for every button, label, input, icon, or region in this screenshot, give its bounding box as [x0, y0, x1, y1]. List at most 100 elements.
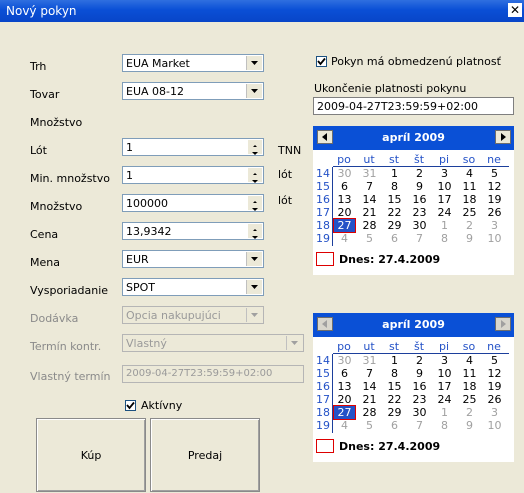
- calendar-day[interactable]: 3: [484, 406, 505, 419]
- calendar-day[interactable]: 11: [459, 180, 480, 193]
- calendar-primary[interactable]: apríl 2009 po ut st št pi so ne 14 30 31 1 2 3 4 5 15 6…: [313, 126, 514, 275]
- calendar-day[interactable]: 5: [359, 419, 380, 432]
- calendar-day[interactable]: 16: [409, 380, 430, 393]
- chevron-down-icon[interactable]: [246, 280, 262, 294]
- calendar-day[interactable]: 17: [434, 193, 455, 206]
- stepper-up-icon[interactable]: [248, 168, 262, 176]
- calendar-day[interactable]: 18: [459, 193, 480, 206]
- validity-end-input[interactable]: 2009-04-27T23:59:59+02:00: [313, 97, 514, 115]
- calendar-day[interactable]: 7: [359, 367, 380, 380]
- calendar-day[interactable]: 6: [334, 180, 355, 193]
- calendar-day[interactable]: 2: [409, 354, 430, 367]
- today-label[interactable]: Dnes: 27.4.2009: [339, 440, 440, 453]
- calendar-day[interactable]: 2: [459, 406, 480, 419]
- calendar-day[interactable]: 25: [459, 393, 480, 406]
- calendar-day[interactable]: 17: [434, 380, 455, 393]
- calendar-day[interactable]: 5: [484, 167, 505, 180]
- calendar-day[interactable]: 31: [359, 354, 380, 367]
- calendar-day[interactable]: 23: [409, 206, 430, 219]
- calendar-day[interactable]: 29: [384, 219, 405, 232]
- calendar-day[interactable]: 10: [484, 419, 505, 432]
- calendar-day[interactable]: 12: [484, 180, 505, 193]
- prev-month-icon[interactable]: [317, 130, 333, 144]
- calendar-day[interactable]: 9: [409, 180, 430, 193]
- calendar-day[interactable]: 23: [409, 393, 430, 406]
- calendar-day[interactable]: 25: [459, 206, 480, 219]
- calendar-day[interactable]: 4: [459, 354, 480, 367]
- calendar-day[interactable]: 2: [459, 219, 480, 232]
- stepper-down-icon[interactable]: [248, 147, 262, 155]
- calendar-day[interactable]: 18: [459, 380, 480, 393]
- calendar-day[interactable]: 27: [333, 405, 356, 420]
- stepper-up-icon[interactable]: [248, 196, 262, 204]
- calendar-day[interactable]: 26: [484, 206, 505, 219]
- calendar-day[interactable]: 4: [459, 167, 480, 180]
- calendar-day[interactable]: 26: [484, 393, 505, 406]
- calendar-day[interactable]: 7: [359, 180, 380, 193]
- calendar-day[interactable]: 24: [434, 206, 455, 219]
- calendar-day[interactable]: 14: [359, 380, 380, 393]
- calendar-day[interactable]: 10: [434, 180, 455, 193]
- mena-select[interactable]: EUR: [122, 250, 264, 268]
- calendar-day[interactable]: 10: [484, 232, 505, 245]
- calendar-day[interactable]: 4: [334, 419, 355, 432]
- stepper-down-icon[interactable]: [248, 175, 262, 183]
- calendar-day[interactable]: 20: [334, 393, 355, 406]
- calendar-day[interactable]: 21: [359, 393, 380, 406]
- calendar-day[interactable]: 1: [384, 167, 405, 180]
- calendar-day[interactable]: 3: [434, 167, 455, 180]
- calendar-day[interactable]: 22: [384, 206, 405, 219]
- calendar-day[interactable]: 6: [334, 367, 355, 380]
- calendar-day[interactable]: 2: [409, 167, 430, 180]
- calendar-day[interactable]: 11: [459, 367, 480, 380]
- calendar-day[interactable]: 3: [484, 219, 505, 232]
- calendar-day[interactable]: 24: [434, 393, 455, 406]
- next-month-icon[interactable]: [495, 130, 511, 144]
- tovar-select[interactable]: EUA 08-12: [122, 82, 264, 100]
- stepper-down-icon[interactable]: [248, 203, 262, 211]
- calendar-day[interactable]: 5: [359, 232, 380, 245]
- buy-button[interactable]: Kúp: [36, 418, 146, 492]
- calendar-day[interactable]: 9: [409, 367, 430, 380]
- calendar-day[interactable]: 3: [434, 354, 455, 367]
- calendar-day[interactable]: 15: [384, 193, 405, 206]
- calendar-day[interactable]: 19: [484, 380, 505, 393]
- validity-checkbox[interactable]: [316, 56, 327, 67]
- calendar-day[interactable]: 20: [334, 206, 355, 219]
- calendar-day[interactable]: 21: [359, 206, 380, 219]
- calendar-day[interactable]: 9: [459, 232, 480, 245]
- calendar-day[interactable]: 7: [409, 232, 430, 245]
- calendar-day[interactable]: 8: [384, 367, 405, 380]
- calendar-day[interactable]: 31: [359, 167, 380, 180]
- calendar-day[interactable]: 6: [384, 232, 405, 245]
- calendar-day[interactable]: 12: [484, 367, 505, 380]
- calendar-day[interactable]: 8: [434, 419, 455, 432]
- chevron-down-icon[interactable]: [246, 56, 262, 70]
- calendar-day[interactable]: 1: [384, 354, 405, 367]
- close-icon[interactable]: ✕: [508, 3, 522, 17]
- stepper-up-icon[interactable]: [248, 140, 262, 148]
- today-label[interactable]: Dnes: 27.4.2009: [339, 253, 440, 266]
- calendar-day[interactable]: 8: [384, 180, 405, 193]
- calendar-day[interactable]: 28: [359, 219, 380, 232]
- calendar-day[interactable]: 5: [484, 354, 505, 367]
- calendar-day[interactable]: 30: [334, 354, 355, 367]
- cena-stepper[interactable]: 13,9342: [122, 222, 264, 240]
- calendar-day[interactable]: 9: [459, 419, 480, 432]
- stepper-up-icon[interactable]: [248, 224, 262, 232]
- calendar-day[interactable]: 10: [434, 367, 455, 380]
- calendar-day[interactable]: 15: [384, 380, 405, 393]
- calendar-day[interactable]: 30: [409, 219, 430, 232]
- calendar-day[interactable]: 7: [409, 419, 430, 432]
- calendar-day[interactable]: 19: [484, 193, 505, 206]
- calendar-day[interactable]: 16: [409, 193, 430, 206]
- stepper-down-icon[interactable]: [248, 231, 262, 239]
- calendar-day[interactable]: 13: [334, 380, 355, 393]
- calendar-day[interactable]: 6: [384, 419, 405, 432]
- calendar-day[interactable]: 28: [359, 406, 380, 419]
- calendar-day[interactable]: 30: [409, 406, 430, 419]
- chevron-down-icon[interactable]: [246, 84, 262, 98]
- mnozstvo-stepper[interactable]: 100000: [122, 194, 264, 212]
- calendar-day[interactable]: 4: [334, 232, 355, 245]
- chevron-down-icon[interactable]: [246, 252, 262, 266]
